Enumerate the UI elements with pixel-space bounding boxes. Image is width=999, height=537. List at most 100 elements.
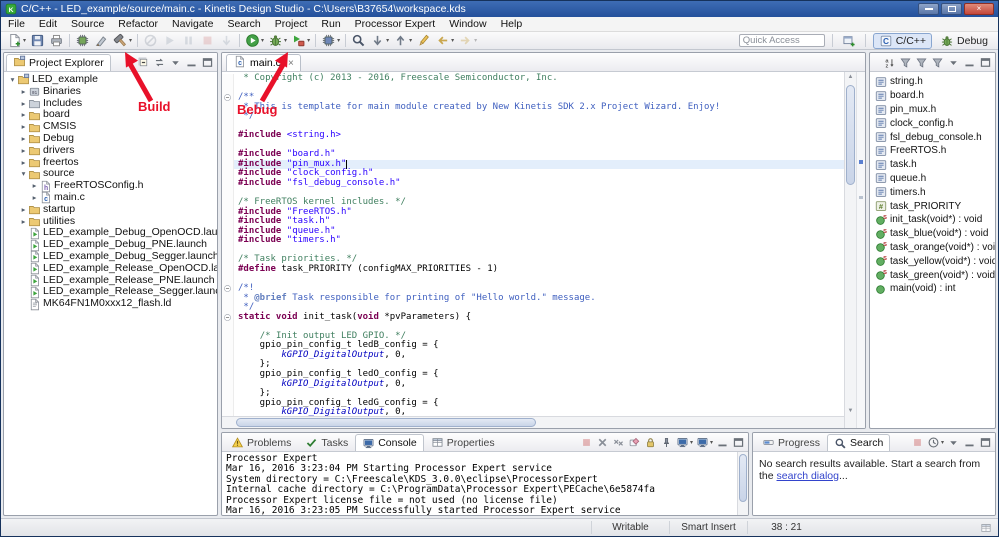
external-tools-icon[interactable]: ▾: [289, 33, 312, 49]
horizontal-scrollbar[interactable]: [222, 416, 844, 428]
project-tree[interactable]: ▾ LED_example ▸ 01 Binaries ▸ Includes ▸ board ▸ C…: [4, 72, 217, 515]
menu-processor-expert[interactable]: Processor Expert: [348, 17, 443, 31]
tree-item-board[interactable]: ▸ board: [4, 109, 217, 121]
print-icon[interactable]: [47, 33, 66, 49]
close-window-button[interactable]: ×: [964, 3, 994, 15]
last-edit-location-icon[interactable]: [414, 33, 433, 49]
processor-expert-icon[interactable]: [73, 33, 92, 49]
expand-arrow[interactable]: ▸: [30, 180, 39, 192]
expand-arrow[interactable]: ▸: [19, 86, 28, 98]
outline-item-queue-h[interactable]: queue.h: [870, 172, 995, 186]
vertical-scrollbar-thumb[interactable]: [846, 85, 855, 185]
flash-programmer-icon[interactable]: ▾: [319, 33, 342, 49]
debug-icon[interactable]: ▾: [266, 33, 289, 49]
outline-item-task-yellow-void-void[interactable]: Stask_yellow(void*) : void: [870, 254, 995, 268]
minimize-icon[interactable]: [962, 55, 977, 69]
expand-arrow[interactable]: ▸: [30, 192, 39, 204]
tree-item-led-example[interactable]: ▾ LED_example: [4, 74, 217, 86]
menu-file[interactable]: File: [1, 17, 32, 31]
outline-item-string-h[interactable]: string.h: [870, 75, 995, 89]
menu-refactor[interactable]: Refactor: [111, 17, 165, 31]
quick-access-input[interactable]: [738, 34, 825, 47]
outline-item-board-h[interactable]: board.h: [870, 89, 995, 103]
tree-item-source[interactable]: ▾ source: [4, 168, 217, 180]
menu-run[interactable]: Run: [314, 17, 347, 31]
menu-project[interactable]: Project: [268, 17, 315, 31]
outline-item-pin-mux-h[interactable]: pin_mux.h: [870, 103, 995, 117]
outline-item-fsl-debug-console-h[interactable]: fsl_debug_console.h: [870, 130, 995, 144]
tab-properties[interactable]: Properties: [424, 434, 502, 451]
menu-source[interactable]: Source: [64, 17, 111, 31]
link-with-editor-icon[interactable]: [152, 55, 167, 69]
perspective-c-c[interactable]: C C/C++: [872, 32, 933, 49]
expand-arrow[interactable]: ▸: [19, 121, 28, 133]
clear-console-icon[interactable]: [627, 435, 642, 449]
hide-fields-icon[interactable]: [898, 55, 913, 69]
minimize-icon[interactable]: [184, 55, 199, 69]
perspective-debug[interactable]: Debug: [934, 33, 994, 49]
tab-project-explorer[interactable]: Project Explorer: [6, 54, 111, 71]
tree-item-utilities[interactable]: ▸ utilities: [4, 216, 217, 228]
tree-item-drivers[interactable]: ▸ drivers: [4, 145, 217, 157]
run-icon[interactable]: ▾: [243, 33, 266, 49]
sort-icon[interactable]: az: [882, 55, 897, 69]
minimize-window-button[interactable]: [918, 3, 939, 15]
tree-item-main-c[interactable]: ▸ c main.c: [4, 192, 217, 204]
menu-edit[interactable]: Edit: [32, 17, 64, 31]
console-scrollbar-thumb[interactable]: [739, 454, 747, 502]
expand-arrow[interactable]: ▸: [19, 204, 28, 216]
open-console-icon[interactable]: ▾: [695, 435, 714, 449]
tree-item-led-example-release-segger-launch[interactable]: LED_example_Release_Segger.launch: [4, 286, 217, 298]
cutter-icon[interactable]: [92, 33, 111, 49]
scroll-down-icon[interactable]: ▼: [845, 408, 856, 414]
open-perspective-icon[interactable]: [840, 33, 858, 49]
minimize-icon[interactable]: [962, 435, 977, 449]
tree-item-includes[interactable]: ▸ Includes: [4, 98, 217, 110]
next-annotation-icon[interactable]: ▾: [368, 33, 391, 49]
outline-item-task-blue-void-void[interactable]: Stask_blue(void*) : void: [870, 227, 995, 241]
tree-item-cmsis[interactable]: ▸ CMSIS: [4, 121, 217, 133]
expand-arrow[interactable]: ▾: [19, 168, 28, 180]
tab-tasks[interactable]: Tasks: [298, 434, 355, 451]
expand-arrow[interactable]: ▸: [19, 98, 28, 110]
console-scrollbar[interactable]: [737, 452, 748, 515]
outline-item-timers-h[interactable]: timers.h: [870, 185, 995, 199]
fold-marker-icon[interactable]: [222, 312, 234, 323]
tree-item-freertosconfig-h[interactable]: ▸ h FreeRTOSConfig.h: [4, 180, 217, 192]
tab-problems[interactable]: Problems: [224, 434, 298, 451]
maximize-icon[interactable]: [978, 435, 993, 449]
tab-main-c[interactable]: c main.c ×: [226, 54, 301, 71]
scroll-lock-icon[interactable]: [643, 435, 658, 449]
outline-item-init-task-void-void[interactable]: Sinit_task(void*) : void: [870, 213, 995, 227]
pin-console-icon[interactable]: [659, 435, 674, 449]
search-dialog-link[interactable]: search dialog: [777, 470, 839, 482]
expand-arrow[interactable]: ▸: [19, 216, 28, 228]
tab-console[interactable]: Console: [355, 434, 424, 451]
fold-marker-icon[interactable]: [222, 93, 234, 103]
overview-ruler[interactable]: [856, 72, 865, 428]
tree-item-led-example-release-pne-launch[interactable]: LED_example_Release_PNE.launch: [4, 275, 217, 287]
tab-search[interactable]: Search: [827, 434, 891, 451]
tree-item-led-example-debug-pne-launch[interactable]: LED_example_Debug_PNE.launch: [4, 239, 217, 251]
outline-item-main-void-int[interactable]: main(void) : int: [870, 282, 995, 296]
remove-all-launches-icon[interactable]: [611, 435, 626, 449]
tree-item-mk64fn1m0xxx12-flash-ld[interactable]: MK64FN1M0xxx12_flash.ld: [4, 298, 217, 310]
outline-item-task-priority[interactable]: # task_PRIORITY: [870, 199, 995, 213]
expand-arrow[interactable]: ▸: [19, 133, 28, 145]
new-wizard-icon[interactable]: ▾: [5, 33, 28, 49]
collapse-all-icon[interactable]: [136, 55, 151, 69]
history-icon[interactable]: ▾: [926, 435, 945, 449]
previous-annotation-icon[interactable]: ▾: [391, 33, 414, 49]
maximize-icon[interactable]: [978, 55, 993, 69]
scroll-up-icon[interactable]: ▲: [845, 74, 856, 80]
expand-arrow[interactable]: ▸: [19, 157, 28, 169]
outline-item-task-orange-void-void[interactable]: Stask_orange(void*) : void: [870, 241, 995, 255]
close-tab-icon[interactable]: ×: [288, 58, 294, 69]
maximize-window-button[interactable]: [941, 3, 962, 15]
fold-marker-icon[interactable]: [222, 284, 234, 294]
menu-help[interactable]: Help: [494, 17, 530, 31]
tree-item-led-example-release-openocd-launch[interactable]: LED_example_Release_OpenOCD.launch: [4, 263, 217, 275]
horizontal-scrollbar-thumb[interactable]: [236, 418, 536, 427]
view-menu-icon[interactable]: [946, 435, 961, 449]
menu-window[interactable]: Window: [442, 17, 493, 31]
